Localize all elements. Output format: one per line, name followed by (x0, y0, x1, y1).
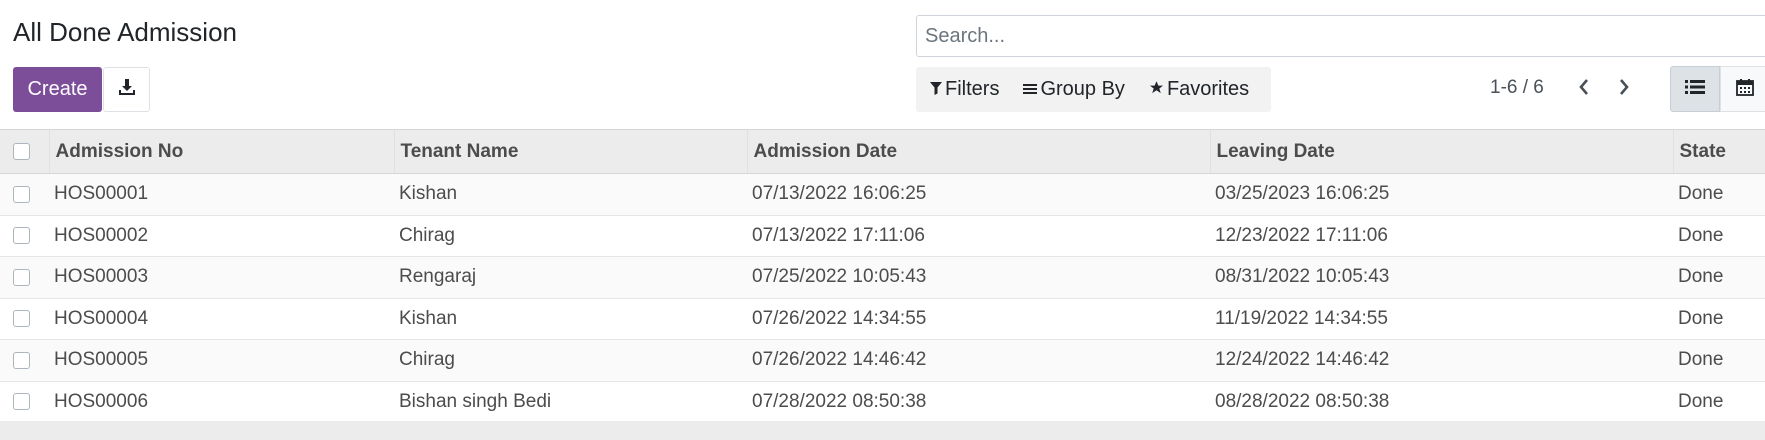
calendar-icon (1736, 78, 1754, 101)
state-cell: Done (1678, 390, 1724, 412)
table-row[interactable]: HOS00001 Kishan 07/13/2022 16:06:25 03/2… (0, 173, 1765, 216)
bars-icon (1023, 78, 1040, 101)
star-icon (1149, 78, 1167, 101)
admission-date-cell: 07/25/2022 10:05:43 (752, 266, 927, 288)
admission-date-cell: 07/13/2022 16:06:25 (752, 183, 927, 205)
favorites-button[interactable]: Favorites (1149, 78, 1249, 101)
admission-date-cell: 07/13/2022 17:11:06 (752, 224, 925, 246)
row-checkbox[interactable] (13, 185, 30, 203)
download-button[interactable] (103, 67, 150, 112)
filters-button[interactable]: Filters (930, 78, 999, 101)
row-select-cell[interactable] (0, 381, 49, 423)
row-checkbox[interactable] (13, 393, 30, 411)
create-button[interactable]: Create (13, 67, 102, 112)
table-row[interactable]: HOS00003 Rengaraj 07/25/2022 10:05:43 08… (0, 256, 1765, 299)
admission-no-cell: HOS00006 (54, 390, 149, 412)
admission-table: Admission No Tenant Name Admission Date … (0, 129, 1765, 423)
group-by-label: Group By (1040, 78, 1125, 100)
admission-no-cell: HOS00004 (54, 307, 149, 329)
state-cell: Done (1678, 349, 1724, 371)
table-row[interactable]: HOS00002 Chirag 07/13/2022 17:11:06 12/2… (0, 215, 1765, 257)
row-checkbox[interactable] (13, 310, 30, 328)
calendar-view-button[interactable] (1720, 66, 1765, 112)
admission-date-cell: 07/28/2022 08:50:38 (752, 390, 927, 412)
favorites-label: Favorites (1166, 78, 1250, 100)
column-header-leaving-date[interactable]: Leaving Date (1209, 129, 1673, 174)
admission-no-cell: HOS00001 (54, 183, 149, 205)
column-header-state[interactable]: State (1672, 129, 1765, 174)
page-title: All Done Admission (13, 17, 237, 47)
row-select-cell[interactable] (0, 340, 49, 382)
tenant-name-cell: Rengaraj (399, 266, 477, 288)
tenant-name-cell: Chirag (399, 224, 455, 246)
leaving-date-cell: 03/25/2023 16:06:25 (1215, 183, 1390, 205)
chevron-right-icon (1618, 78, 1630, 101)
row-checkbox[interactable] (13, 227, 30, 245)
table-row[interactable]: HOS00006 Bishan singh Bedi 07/28/2022 08… (0, 381, 1765, 423)
table-row[interactable]: HOS00004 Kishan 07/26/2022 14:34:55 11/1… (0, 298, 1765, 340)
admission-date-cell: 07/26/2022 14:46:42 (752, 349, 927, 371)
filter-icon (930, 78, 945, 101)
tenant-name-cell: Chirag (399, 349, 455, 371)
column-header-tenant-name[interactable]: Tenant Name (393, 129, 747, 174)
row-select-cell[interactable] (0, 298, 49, 340)
row-checkbox[interactable] (13, 351, 30, 369)
state-cell: Done (1678, 307, 1724, 329)
row-checkbox[interactable] (13, 268, 30, 286)
pager-value[interactable]: 1-6 / 6 (1490, 77, 1544, 99)
admission-no-cell: HOS00003 (54, 266, 149, 288)
list-icon (1685, 79, 1705, 100)
leaving-date-cell: 12/23/2022 17:11:06 (1215, 224, 1388, 246)
admission-no-cell: HOS00002 (54, 224, 149, 246)
admission-date-cell: 07/26/2022 14:34:55 (752, 307, 927, 329)
filter-bar: Filters Group By Favorites (916, 67, 1271, 112)
search-box[interactable] (916, 15, 1765, 57)
table-row[interactable]: HOS00005 Chirag 07/26/2022 14:46:42 12/2… (0, 339, 1765, 382)
leaving-date-cell: 08/28/2022 08:50:38 (1215, 390, 1390, 412)
search-input[interactable] (917, 16, 1765, 56)
select-all-cell[interactable] (0, 129, 49, 174)
table-footer (0, 421, 1765, 440)
group-by-button[interactable]: Group By (1023, 78, 1125, 101)
list-view-button[interactable] (1670, 66, 1720, 112)
admission-no-cell: HOS00005 (54, 349, 149, 371)
select-all-checkbox[interactable] (13, 142, 30, 160)
state-cell: Done (1678, 224, 1724, 246)
leaving-date-cell: 08/31/2022 10:05:43 (1215, 266, 1390, 288)
next-button[interactable] (1613, 78, 1635, 100)
row-select-cell[interactable] (0, 174, 49, 216)
row-select-cell[interactable] (0, 257, 49, 299)
tenant-name-cell: Kishan (399, 307, 458, 329)
chevron-left-icon (1578, 78, 1590, 101)
leaving-date-cell: 12/24/2022 14:46:42 (1215, 349, 1390, 371)
tenant-name-cell: Bishan singh Bedi (399, 390, 552, 412)
download-icon (118, 78, 136, 101)
column-header-admission-no[interactable]: Admission No (48, 129, 394, 174)
row-select-cell[interactable] (0, 215, 49, 257)
leaving-date-cell: 11/19/2022 14:34:55 (1215, 307, 1388, 329)
previous-button[interactable] (1573, 78, 1595, 100)
filters-label: Filters (945, 78, 1000, 100)
state-cell: Done (1678, 266, 1724, 288)
state-cell: Done (1678, 183, 1724, 205)
tenant-name-cell: Kishan (399, 183, 458, 205)
column-header-admission-date[interactable]: Admission Date (746, 129, 1210, 174)
table-header-row: Admission No Tenant Name Admission Date … (0, 129, 1765, 174)
